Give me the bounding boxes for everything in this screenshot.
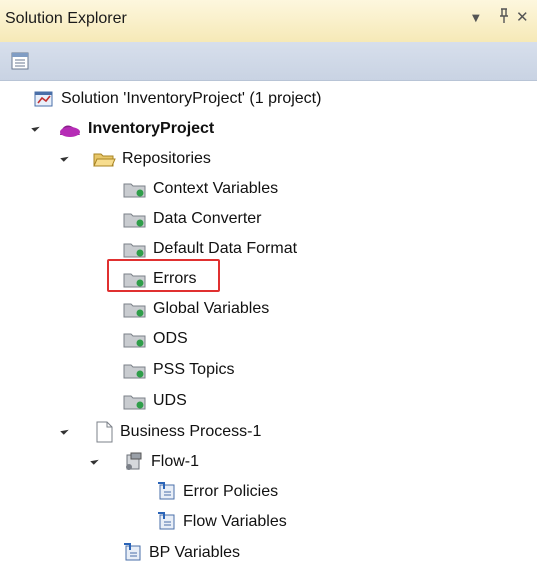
tree-item-label: BP Variables <box>149 544 241 561</box>
repository-folder-icon <box>123 361 147 379</box>
tree-item-bp-variables[interactable]: BP Variables <box>123 539 240 567</box>
panel-title: Solution Explorer <box>5 10 127 27</box>
close-icon[interactable]: ✕ <box>516 8 529 26</box>
title-bar: Solution Explorer ▼ ✕ <box>0 0 537 42</box>
properties-icon[interactable] <box>9 51 31 71</box>
toolbar <box>0 42 537 81</box>
pin-icon[interactable] <box>498 8 510 24</box>
dropdown-icon[interactable]: ▼ <box>472 13 480 24</box>
tree-item-label: Flow Variables <box>183 513 287 530</box>
variables-icon <box>123 543 143 563</box>
repository-folder-icon <box>123 392 147 410</box>
tree-item-ods[interactable]: ODS <box>123 325 188 353</box>
solution-label: Solution 'InventoryProject' (1 project) <box>61 90 322 107</box>
tree-item-label: Global Variables <box>153 300 270 317</box>
tree-item-uds[interactable]: UDS <box>123 387 187 415</box>
tree-item-context-variables[interactable]: Context Variables <box>123 175 278 203</box>
project-label: InventoryProject <box>88 120 215 137</box>
tree-item-label: Flow-1 <box>151 453 200 470</box>
tree-item-business-process[interactable]: Business Process-1 <box>94 418 261 446</box>
highlight-box <box>107 259 220 292</box>
flow-icon <box>123 452 145 472</box>
tree-item-label: PSS Topics <box>153 361 235 378</box>
project-icon <box>58 120 82 138</box>
tree-item-label: UDS <box>153 392 187 409</box>
repository-folder-icon <box>123 180 147 198</box>
tree-item-flow-variables[interactable]: Flow Variables <box>157 508 287 536</box>
tree-item-label: Context Variables <box>153 180 279 197</box>
solution-tree: Solution 'InventoryProject' (1 project) … <box>0 80 537 561</box>
open-folder-icon <box>92 150 116 168</box>
repository-folder-icon <box>123 240 147 258</box>
tree-item-global-variables[interactable]: Global Variables <box>123 295 269 323</box>
solution-icon <box>33 89 55 109</box>
expander-flow[interactable] <box>90 456 99 465</box>
expander-project[interactable] <box>31 123 40 132</box>
tree-item-label: Default Data Format <box>153 240 298 257</box>
repositories-label: Repositories <box>122 150 211 167</box>
expander-repositories[interactable] <box>60 153 69 162</box>
repository-folder-icon <box>123 330 147 348</box>
repository-folder-icon <box>123 210 147 228</box>
tree-item-error-policies[interactable]: Error Policies <box>157 478 278 506</box>
repository-folder-icon <box>123 300 147 318</box>
tree-item-repositories[interactable]: Repositories <box>92 145 211 173</box>
expander-business-process[interactable] <box>60 426 69 435</box>
tree-item-label: Data Converter <box>153 210 262 227</box>
tree-item-label: Business Process-1 <box>120 423 262 440</box>
variables-icon <box>157 482 177 502</box>
tree-item-solution[interactable]: Solution 'InventoryProject' (1 project) <box>33 85 321 113</box>
tree-item-project[interactable]: InventoryProject <box>58 115 214 143</box>
tree-item-label: Error Policies <box>183 483 279 500</box>
tree-item-data-converter[interactable]: Data Converter <box>123 205 262 233</box>
tree-item-label: ODS <box>153 330 188 347</box>
tree-item-flow[interactable]: Flow-1 <box>123 448 199 476</box>
document-icon <box>94 421 114 443</box>
variables-icon <box>157 512 177 532</box>
tree-item-pss-topics[interactable]: PSS Topics <box>123 356 235 384</box>
